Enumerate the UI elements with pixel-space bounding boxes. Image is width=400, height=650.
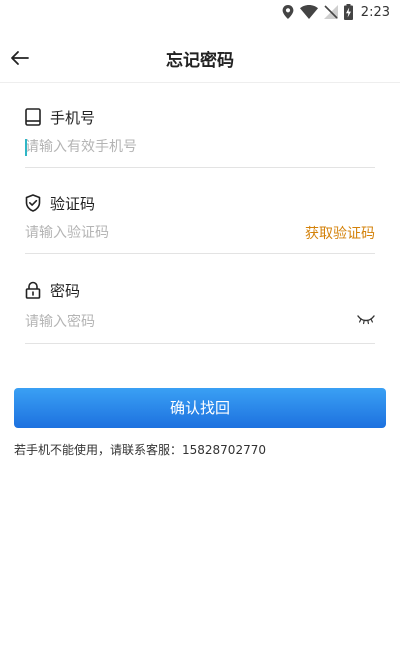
- status-bar: 2:23: [0, 0, 400, 24]
- status-time: 2:23: [360, 4, 390, 20]
- confirm-button[interactable]: 确认找回: [14, 388, 386, 428]
- phone-input[interactable]: [25, 139, 375, 155]
- app-bar: 忘记密码: [0, 34, 400, 83]
- wifi-icon: [299, 5, 318, 19]
- password-field: 密码: [25, 280, 375, 344]
- phone-icon: [25, 108, 41, 126]
- code-label-row: 验证码: [25, 193, 375, 213]
- lock-icon: [25, 281, 41, 299]
- code-input[interactable]: [25, 225, 285, 241]
- phone-input-row: [25, 127, 375, 168]
- phone-label: 手机号: [50, 108, 96, 127]
- code-input-row: 获取验证码: [25, 213, 375, 254]
- battery-charging-icon: [343, 4, 353, 20]
- password-input[interactable]: [25, 313, 325, 330]
- page-title: 忘记密码: [166, 51, 234, 71]
- no-signal-icon: [323, 5, 338, 19]
- shield-check-icon: [25, 194, 41, 212]
- code-field: 验证码 获取验证码: [25, 193, 375, 254]
- phone-field: 手机号: [25, 107, 375, 168]
- eye-closed-icon[interactable]: [357, 314, 375, 326]
- password-input-row: [25, 300, 375, 344]
- phone-label-row: 手机号: [25, 107, 375, 127]
- location-icon: [282, 5, 294, 19]
- password-label: 密码: [50, 281, 81, 300]
- password-label-row: 密码: [25, 280, 375, 300]
- text-caret: [25, 139, 27, 156]
- code-label: 验证码: [50, 194, 96, 213]
- get-code-button[interactable]: 获取验证码: [305, 223, 375, 243]
- help-text: 若手机不能使用，请联系客服：15828702770: [14, 443, 266, 457]
